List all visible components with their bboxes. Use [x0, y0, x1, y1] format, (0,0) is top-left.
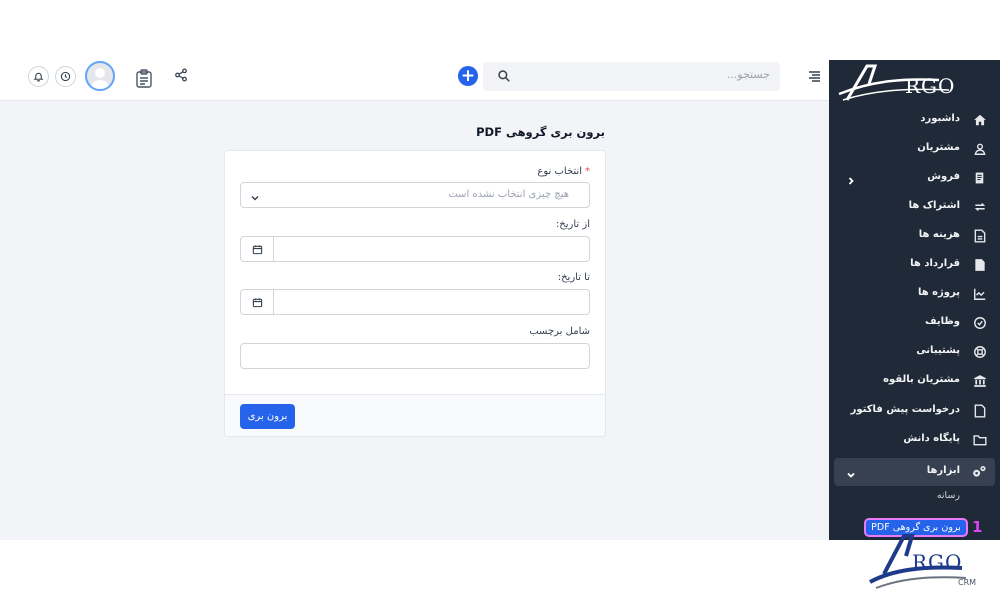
bell-icon[interactable]	[28, 66, 49, 87]
top-strip	[0, 0, 1000, 60]
type-select[interactable]: هیچ چیزی انتخاب نشده است	[240, 182, 590, 208]
from-date-group	[240, 236, 590, 262]
clipboard-icon[interactable]	[134, 67, 154, 89]
tag-input[interactable]	[240, 343, 590, 369]
folder-icon	[972, 432, 987, 447]
from-date-label: از تاریخ:	[555, 219, 590, 230]
refresh-icon	[972, 199, 987, 214]
bank-icon	[972, 373, 987, 388]
check-circle-icon	[972, 315, 987, 330]
to-calendar-button[interactable]	[240, 289, 274, 315]
search-icon[interactable]	[497, 68, 513, 84]
sidebar-item-leads[interactable]: مشتریان بالقوه	[829, 367, 1000, 395]
sidebar-item-knowledge-base[interactable]: پایگاه دانش	[829, 426, 1000, 454]
share-icon[interactable]	[172, 66, 190, 84]
home-icon	[972, 112, 987, 127]
from-calendar-button[interactable]	[240, 236, 274, 262]
brand-logo: RGO CRM	[862, 530, 982, 596]
sidebar: RGO داشبورد مشتریان فروش اشتراک ها هزینه…	[829, 60, 1000, 540]
contract-icon	[972, 257, 987, 272]
chevron-right-icon	[845, 172, 857, 185]
sidebar-item-contracts[interactable]: قرارداد ها	[829, 251, 1000, 279]
sidebar-item-customers[interactable]: مشتریان	[829, 135, 1000, 163]
sidebar-logo-text: RGO	[905, 74, 956, 98]
chevron-down-icon	[249, 189, 261, 201]
sidebar-logo: RGO	[829, 60, 1000, 102]
menu-toggle-icon[interactable]	[806, 69, 822, 83]
sidebar-item-sales[interactable]: فروش	[829, 164, 1000, 192]
document-icon	[972, 170, 987, 185]
card-footer: برون بری	[225, 394, 605, 436]
brand-logo-text: RGO	[912, 550, 963, 574]
sidebar-item-projects[interactable]: پروژه ها	[829, 280, 1000, 308]
sidebar-subitem-media[interactable]: رسانه	[937, 490, 960, 501]
user-icon	[972, 141, 987, 156]
chart-icon	[972, 286, 987, 301]
file-icon	[972, 403, 987, 418]
tag-field-label: شامل برچسب	[529, 326, 590, 337]
lifebuoy-icon	[972, 344, 987, 359]
top-header: + جستجو...	[0, 60, 829, 101]
sidebar-item-tasks[interactable]: وظایف	[829, 309, 1000, 337]
sidebar-item-utilities[interactable]: ابزارها	[834, 458, 995, 486]
search-placeholder: جستجو...	[726, 68, 770, 81]
brand-logo-sub: CRM	[958, 578, 977, 587]
sidebar-item-dashboard[interactable]: داشبورد	[829, 106, 1000, 134]
sidebar-item-expenses[interactable]: هزینه ها	[829, 222, 1000, 250]
to-date-label: تا تاریخ:	[557, 272, 590, 283]
sidebar-item-subscriptions[interactable]: اشتراک ها	[829, 193, 1000, 221]
main-content: برون بری گروهی PDF *انتخاب نوع هیچ چیزی …	[0, 101, 829, 540]
app-window: + جستجو... برون بری گروهی PDF *انتخاب نو…	[0, 0, 1000, 600]
calendar-icon	[252, 244, 262, 254]
calendar-icon	[252, 297, 262, 307]
page-title: برون بری گروهی PDF	[476, 125, 605, 139]
avatar[interactable]	[85, 61, 115, 91]
to-date-input[interactable]	[273, 289, 590, 315]
to-date-group	[240, 289, 590, 315]
clock-icon[interactable]	[55, 66, 76, 87]
chevron-down-icon	[845, 466, 857, 478]
type-field-label: *انتخاب نوع	[537, 166, 590, 177]
export-button[interactable]: برون بری	[240, 404, 295, 429]
type-select-value: هیچ چیزی انتخاب نشده است	[448, 189, 569, 200]
from-date-input[interactable]	[273, 236, 590, 262]
search-input[interactable]: جستجو...	[483, 62, 780, 91]
cogs-icon	[972, 464, 987, 479]
file-icon	[972, 228, 987, 243]
plus-icon[interactable]: +	[458, 66, 478, 86]
sidebar-item-estimate-requests[interactable]: درخواست پیش فاکتور	[829, 397, 1000, 425]
sidebar-item-support[interactable]: پشتیبانی	[829, 338, 1000, 366]
export-form-card: *انتخاب نوع هیچ چیزی انتخاب نشده است از …	[224, 150, 606, 437]
